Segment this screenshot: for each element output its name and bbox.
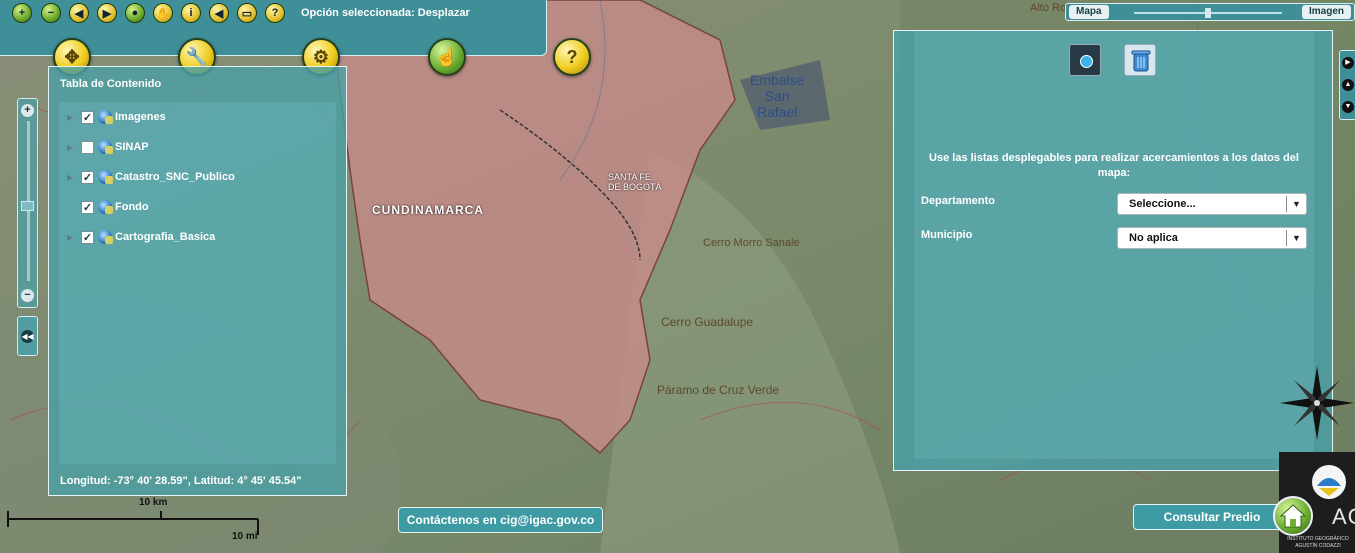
municipio-select[interactable]: No aplica ▼ xyxy=(1117,227,1307,249)
identify-info-icon[interactable]: i xyxy=(181,3,201,23)
help-question-icon[interactable]: ? xyxy=(265,3,285,23)
layer-label: Catastro_SNC_Publico xyxy=(115,171,235,183)
expand-arrow-icon[interactable]: ▶ xyxy=(67,173,76,182)
map-label-bogota: SANTA FE DE BOGOTÁ xyxy=(608,172,662,192)
previous-extent-icon[interactable]: ◀ xyxy=(69,3,89,23)
layer-checkbox[interactable]: ✓ xyxy=(81,200,94,214)
map-label-cundinamarca: CUNDINAMARCA xyxy=(372,203,484,217)
departamento-label: Departamento xyxy=(921,195,995,207)
layer-checkbox[interactable]: ✓ xyxy=(81,170,94,184)
map-label-bogota-line1: SANTA FE xyxy=(608,172,651,182)
map-hand-icon[interactable]: ☝ xyxy=(428,38,466,76)
map-mode-button[interactable]: Mapa xyxy=(1069,5,1109,19)
help-icon[interactable]: ? xyxy=(553,38,591,76)
scale-mi-label: 10 mi xyxy=(232,531,258,542)
zoom-in-button[interactable]: + xyxy=(21,104,34,117)
scale-bar: 10 km 10 mi xyxy=(6,497,266,542)
layer-checkbox[interactable] xyxy=(81,140,94,154)
map-label-embalse-line3: Rafael xyxy=(757,104,798,120)
point-select-icon[interactable] xyxy=(1069,44,1101,76)
municipio-label: Municipio xyxy=(921,229,973,241)
full-extent-icon[interactable]: ● xyxy=(125,3,145,23)
search-panel: Use las listas desplegables para realiza… xyxy=(893,30,1333,471)
basemap-slider-thumb[interactable] xyxy=(1205,8,1211,18)
zoom-out-icon[interactable]: − xyxy=(41,3,61,23)
zoom-slider[interactable]: + − xyxy=(17,98,38,308)
expand-arrow-icon[interactable]: ▶ xyxy=(67,233,76,242)
coordinates-readout: Longitud: -73° 40' 28.59", Latitud: 4° 4… xyxy=(60,475,302,487)
layer-label: Imagenes xyxy=(115,111,166,123)
compass-rose-icon xyxy=(1280,366,1354,440)
zoom-in-icon[interactable]: + xyxy=(12,3,32,23)
departamento-select[interactable]: Seleccione... ▼ xyxy=(1117,193,1307,215)
measure-ruler-icon[interactable]: ▭ xyxy=(237,3,257,23)
image-mode-button[interactable]: Imagen xyxy=(1301,5,1351,19)
arrow-down-icon[interactable]: ▼ xyxy=(1342,101,1354,113)
home-icon xyxy=(1280,504,1306,528)
igac-emblem-icon xyxy=(1312,465,1346,499)
layer-item-sinap[interactable]: ▶ SINAP xyxy=(67,139,149,155)
layer-globe-icon xyxy=(98,110,113,124)
contact-button[interactable]: Contáctenos en cig@igac.gov.co xyxy=(398,507,603,533)
layer-label: Fondo xyxy=(115,201,149,213)
trash-icon-graphic xyxy=(1131,50,1151,72)
map-label-paramo: Páramo de Cruz Verde xyxy=(657,383,780,397)
collapse-panel-button[interactable]: ◀◀ xyxy=(17,316,38,356)
back-icon[interactable]: ◀ xyxy=(209,3,229,23)
logo-text: AC xyxy=(1332,504,1355,529)
map-label-embalse-san-rafael: Embalse San Rafael xyxy=(750,72,804,120)
chevron-down-icon[interactable]: ▼ xyxy=(1286,230,1306,246)
basemap-switch[interactable]: Mapa Imagen xyxy=(1065,3,1355,21)
layer-checkbox[interactable]: ✓ xyxy=(81,110,94,124)
layer-item-imagenes[interactable]: ▶ ✓ Imagenes xyxy=(67,109,166,125)
scale-bar-graphic xyxy=(7,511,259,535)
right-edge-controls: ▶ ▲ ▼ xyxy=(1339,50,1355,120)
departamento-value: Seleccione... xyxy=(1129,198,1196,210)
zoom-thumb[interactable] xyxy=(21,201,34,211)
trash-icon[interactable] xyxy=(1124,44,1156,76)
layer-globe-icon xyxy=(98,140,113,154)
layer-item-cartografia[interactable]: ▶ ✓ Cartografia_Basica xyxy=(67,229,215,245)
map-label-cerro-guadalupe: Cerro Guadalupe xyxy=(661,315,754,329)
pan-hand-icon[interactable]: ✋ xyxy=(153,3,173,23)
layer-label: Cartografia_Basica xyxy=(115,231,216,243)
layer-checkbox[interactable]: ✓ xyxy=(81,230,94,244)
layer-globe-icon xyxy=(98,170,113,184)
search-instructions: Use las listas desplegables para realiza… xyxy=(929,152,1299,179)
map-label-cerro-morro: Cerro Morro Sanale xyxy=(703,237,800,249)
municipio-value: No aplica xyxy=(1129,232,1178,244)
map-label-embalse-line2: San xyxy=(764,88,790,104)
layer-globe-icon xyxy=(98,200,113,214)
table-of-contents-panel: Tabla de Contenido ▶ ✓ Imagenes ▶ SINAP … xyxy=(48,66,347,496)
double-arrow-left-icon: ◀◀ xyxy=(21,330,34,343)
expand-arrow-icon[interactable]: ▶ xyxy=(67,113,76,122)
arrow-up-icon[interactable]: ▲ xyxy=(1342,79,1354,91)
selected-option-text: Opción seleccionada: Desplazar xyxy=(301,7,470,19)
zoom-out-button[interactable]: − xyxy=(21,289,34,302)
map-label-embalse-line1: Embalse xyxy=(750,72,805,88)
chevron-down-icon[interactable]: ▼ xyxy=(1286,196,1306,212)
layer-item-catastro[interactable]: ▶ ✓ Catastro_SNC_Publico xyxy=(67,169,235,185)
map-label-bogota-line2: DE BOGOTÁ xyxy=(608,182,662,192)
toc-title: Tabla de Contenido xyxy=(60,78,162,90)
logo-subtitle: INSTITUTO GEOGRÁFICO AGUSTÍN CODAZZI xyxy=(1287,536,1349,549)
consultar-predio-button[interactable]: Consultar Predio xyxy=(1133,504,1291,530)
expand-right-icon[interactable]: ▶ xyxy=(1342,57,1354,69)
next-extent-icon[interactable]: ▶ xyxy=(97,3,117,23)
layer-item-fondo[interactable]: ✓ Fondo xyxy=(67,199,149,215)
layer-label: SINAP xyxy=(115,141,149,153)
expand-arrow-icon[interactable]: ▶ xyxy=(67,143,76,152)
layer-globe-icon xyxy=(98,230,113,244)
layer-list: ▶ ✓ Imagenes ▶ SINAP ▶ ✓ Catastro_SNC_Pu… xyxy=(59,102,336,464)
home-button[interactable] xyxy=(1273,496,1313,536)
